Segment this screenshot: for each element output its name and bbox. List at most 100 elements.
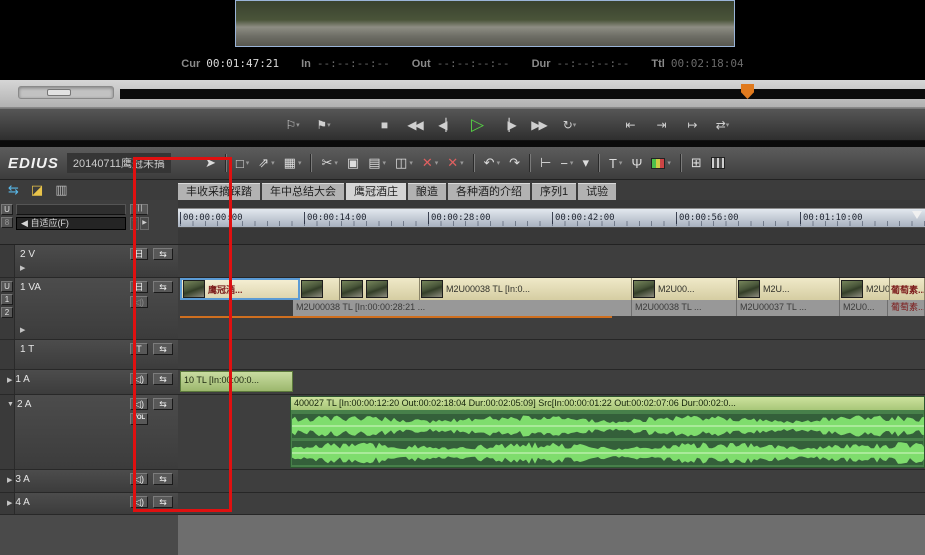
sequence-tab-4[interactable]: 酿造: [408, 183, 446, 200]
video-clip[interactable]: 葡萄素...: [890, 278, 925, 300]
color-bars-icon[interactable]: ▾: [651, 157, 671, 169]
sequence-tab-2[interactable]: 年中总结大会: [262, 183, 344, 200]
clip-audio-strip[interactable]: M2U0...: [840, 300, 888, 316]
sequence-tab-5[interactable]: 各种酒的介绍: [448, 183, 530, 200]
seek-bar[interactable]: [120, 89, 925, 99]
rewind-button[interactable]: ◀◀: [403, 113, 427, 137]
transition-effect-icon[interactable]: ◪: [31, 182, 43, 198]
previous-frame-button[interactable]: ◀▏: [434, 113, 458, 137]
clip-audio-strip[interactable]: M2U00038 TL ...: [632, 300, 737, 316]
track-header-2V[interactable]: 2 V ▶ 日 ⇆: [0, 245, 178, 278]
track-lane-2V[interactable]: [178, 245, 925, 278]
loop-playback-button[interactable]: ↻ ▾: [558, 113, 582, 137]
track-lane-2A[interactable]: 400027 TL [In:00:00:12:20 Out:00:02:18:0…: [178, 395, 925, 470]
title-mute-button[interactable]: T: [130, 343, 148, 355]
sync-lock-button[interactable]: ⇆: [153, 373, 173, 385]
sync-lock-button[interactable]: ⇆: [153, 398, 173, 410]
expander-icon[interactable]: ▶: [20, 264, 25, 272]
audio-mute-button[interactable]: ◁): [130, 296, 148, 308]
next-edit-point-button[interactable]: ↦: [680, 113, 704, 137]
track-header-3A[interactable]: ▶ 3 A ◁) ⇆: [0, 470, 178, 493]
sync-lock-button[interactable]: ⇆: [153, 473, 173, 485]
clip-audio-strip[interactable]: M2U00037 TL ...: [737, 300, 840, 316]
delete-in-icon[interactable]: ✕ ▾: [422, 155, 438, 171]
video-mute-button[interactable]: 日: [130, 248, 148, 260]
patch-button[interactable]: U: [1, 281, 13, 292]
track-lane-3A[interactable]: [178, 470, 925, 493]
track-height-preset-button[interactable]: ◀ 自适应(F): [16, 217, 126, 230]
title-tool-icon[interactable]: T ▾: [609, 156, 622, 171]
sequence-tab-7[interactable]: 试验: [578, 183, 617, 200]
audio-mute-button[interactable]: ◁): [130, 398, 148, 410]
track-header-1A[interactable]: ▶ 1 A ◁) ⇆: [0, 370, 178, 395]
bin-window-icon[interactable]: ⊞: [691, 155, 702, 171]
shuttle-slider[interactable]: [18, 86, 114, 99]
expander-icon[interactable]: ▶: [7, 376, 12, 384]
undo-icon[interactable]: ↶ ▾: [484, 155, 500, 171]
expander-icon[interactable]: ▶: [7, 476, 12, 484]
video-mute-button[interactable]: 日: [130, 281, 148, 293]
add-transition-icon[interactable]: ◫ ▾: [395, 155, 413, 171]
clip-audio-strip[interactable]: M2U00038 TL [In:00:00:28:21 ...: [293, 300, 632, 316]
track-lane-1A[interactable]: 10 TL [In:00:00:0...: [178, 370, 925, 395]
track-header-2A[interactable]: ▼ 2 A ◁) VOL ⇆: [0, 395, 178, 470]
timeline-ruler[interactable]: 00:00:00:00 00:00:14:00 00:00:28:00 00:00:4…: [178, 208, 925, 228]
sync-lock-button[interactable]: ⇆: [153, 496, 173, 508]
volume-button[interactable]: VOL: [130, 413, 148, 425]
audio-clip[interactable]: 400027 TL [In:00:00:12:20 Out:00:02:18:0…: [290, 396, 925, 468]
ripple-delete-icon[interactable]: ✕ ▾: [447, 155, 463, 171]
track-preset-blank-button[interactable]: [16, 204, 126, 215]
play-button[interactable]: ▷: [465, 113, 489, 137]
sequence-tab-6[interactable]: 序列1: [532, 183, 577, 200]
expander-icon[interactable]: ▼: [7, 401, 14, 408]
video-clip[interactable]: M2U...: [737, 278, 840, 300]
fast-forward-button[interactable]: ▶▶: [527, 113, 551, 137]
video-patch-button[interactable]: U: [1, 204, 13, 215]
clip-audio-strip[interactable]: 葡萄素...: [888, 300, 925, 316]
track-lane-4A[interactable]: [178, 493, 925, 515]
patch-button[interactable]: 2: [1, 307, 13, 318]
audio-mute-button[interactable]: ◁): [130, 473, 148, 485]
set-out-point-button[interactable]: ⚑ ▾: [312, 113, 336, 137]
redo-icon[interactable]: ↷: [509, 155, 520, 171]
cut-icon[interactable]: ✂ ▾: [321, 155, 337, 171]
track-lane-1T[interactable]: [178, 340, 925, 370]
copy-icon[interactable]: ▣: [347, 155, 359, 171]
trim-mode-icon[interactable]: ⊢: [540, 155, 551, 171]
sequence-link-icon[interactable]: ⇆: [8, 182, 19, 198]
audio-patch-button[interactable]: 8: [1, 217, 13, 228]
stop-button[interactable]: ■: [372, 113, 396, 137]
audio-mute-button[interactable]: ◁): [130, 496, 148, 508]
sequence-tab-3[interactable]: 鹰冠酒庄: [346, 183, 406, 200]
voiceover-mic-icon[interactable]: Ψ: [631, 156, 642, 171]
video-clip[interactable]: [340, 278, 420, 300]
save-project-icon[interactable]: ▦ ▾: [284, 155, 302, 171]
video-clip[interactable]: M2U0...: [840, 278, 890, 300]
track-header-4A[interactable]: ▶ 4 A ◁) ⇆: [0, 493, 178, 515]
track-layout-button[interactable]: |||: [130, 204, 148, 215]
track-header-1T[interactable]: 1 T T ⇆: [0, 340, 178, 370]
goto-out-button[interactable]: ⇥: [649, 113, 673, 137]
expander-icon[interactable]: ▶: [20, 326, 25, 334]
track-header-1VA[interactable]: U 1 2 1 VA ▶ 日 ◁) ⇆: [0, 278, 178, 340]
set-marker-icon[interactable]: ▾: [582, 155, 589, 171]
sync-lock-button[interactable]: ⇆: [153, 248, 173, 260]
new-sequence-icon[interactable]: □ ▾: [236, 156, 249, 171]
audio-mixer-icon[interactable]: [710, 157, 725, 169]
preset-caret-down-icon[interactable]: ▼: [130, 217, 139, 230]
preset-caret-right-icon[interactable]: ▶: [140, 217, 149, 230]
clip-mode-icon[interactable]: ▥: [55, 182, 67, 198]
select-tool-icon[interactable]: ➤: [205, 155, 216, 171]
open-project-icon[interactable]: ⇗ ▾: [258, 155, 274, 171]
audio-mute-button[interactable]: ◁): [130, 373, 148, 385]
video-clip[interactable]: 鹰冠酒...: [180, 278, 300, 300]
shuttle-handle[interactable]: [47, 89, 71, 96]
sync-lock-button[interactable]: ⇆: [153, 281, 173, 293]
track-lane-1VA[interactable]: 鹰冠酒... M2U00038 TL [In:0... M2U00... M2U...…: [178, 278, 925, 340]
sequence-tab-1[interactable]: 丰收采摘踩踏: [178, 183, 260, 200]
playback-mode-button[interactable]: ⇄ ▾: [711, 113, 735, 137]
goto-in-button[interactable]: ⇤: [618, 113, 642, 137]
paste-icon[interactable]: ▤ ▾: [368, 155, 386, 171]
sync-lock-button[interactable]: ⇆: [153, 343, 173, 355]
video-clip[interactable]: M2U00...: [632, 278, 737, 300]
